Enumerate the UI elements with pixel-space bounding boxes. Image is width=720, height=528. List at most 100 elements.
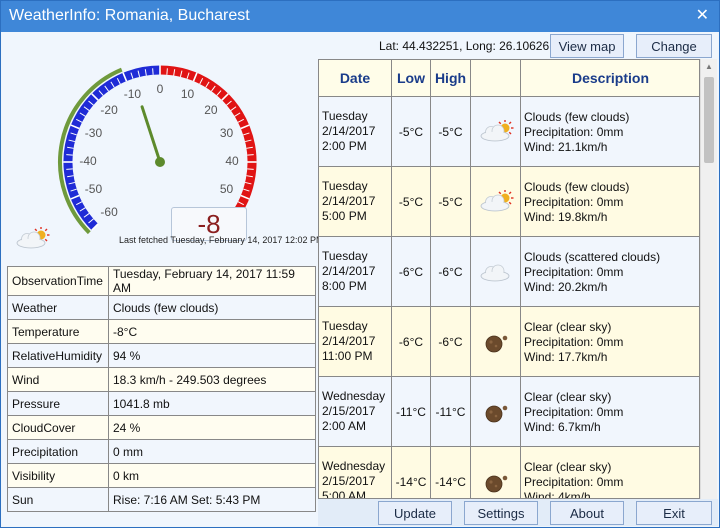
scroll-thumb[interactable] bbox=[704, 77, 714, 163]
gauge-needle-hub bbox=[155, 157, 165, 167]
gauge-tick-label: 30 bbox=[219, 126, 234, 141]
window-title: WeatherInfo: Romania, Bucharest bbox=[9, 7, 250, 24]
clouds-few-icon bbox=[14, 226, 50, 251]
observation-value: 94 % bbox=[108, 343, 316, 368]
observation-value: 1041.8 mb bbox=[108, 391, 316, 416]
clear-night-icon bbox=[471, 307, 521, 377]
observation-row: RelativeHumidity 94 % bbox=[7, 343, 316, 368]
forecast-precipitation: Precipitation: 0mm bbox=[524, 265, 624, 279]
forecast-date-cell: Wednesday 2/15/2017 2:00 AM bbox=[319, 377, 392, 447]
forecast-wind: Wind: 19.8km/h bbox=[524, 210, 608, 224]
forecast-row[interactable]: Wednesday 2/15/2017 2:00 AM -11°C -11°C Clear… bbox=[319, 377, 699, 447]
forecast-low: -6°C bbox=[392, 307, 431, 377]
observation-key: Sun bbox=[7, 487, 109, 512]
forecast-row[interactable]: Wednesday 2/15/2017 5:00 AM -14°C -14°C Clear… bbox=[319, 447, 699, 499]
forecast-date: 2/14/2017 bbox=[322, 124, 376, 138]
forecast-precipitation: Precipitation: 0mm bbox=[524, 335, 624, 349]
forecast-day: Wednesday bbox=[322, 459, 386, 473]
observation-key: RelativeHumidity bbox=[7, 343, 109, 368]
client-area: Lat: 44.432251, Long: 26.10626 View map … bbox=[2, 32, 718, 526]
column-header-description[interactable]: Description bbox=[521, 60, 699, 97]
forecast-low: -5°C bbox=[392, 97, 431, 167]
gauge-tick bbox=[247, 154, 254, 156]
observation-table: ObservationTime Tuesday, February 14, 201… bbox=[7, 266, 316, 512]
observation-value: Clouds (few clouds) bbox=[108, 295, 316, 320]
column-header-low[interactable]: Low bbox=[392, 60, 431, 97]
forecast-row[interactable]: Tuesday 2/14/2017 5:00 PM -5°C -5°C Clouds (f… bbox=[319, 167, 699, 237]
observation-row: Weather Clouds (few clouds) bbox=[7, 295, 316, 320]
observation-row: Wind 18.3 km/h - 249.503 degrees bbox=[7, 367, 316, 392]
observation-row: CloudCover 24 % bbox=[7, 415, 316, 440]
settings-button[interactable]: Settings bbox=[464, 501, 538, 525]
forecast-row[interactable]: Tuesday 2/14/2017 11:00 PM -6°C -6°C Clear (c… bbox=[319, 307, 699, 377]
forecast-header: Date Low High Description bbox=[319, 60, 699, 97]
forecast-precipitation: Precipitation: 0mm bbox=[524, 475, 624, 489]
observation-value: 0 mm bbox=[108, 439, 316, 464]
clear-night-icon bbox=[471, 447, 521, 498]
change-location-button[interactable]: Change bbox=[636, 34, 712, 58]
update-button[interactable]: Update bbox=[378, 501, 452, 525]
observation-key: Precipitation bbox=[7, 439, 109, 464]
forecast-high: -5°C bbox=[431, 167, 471, 237]
forecast-scrollbar[interactable]: ▲ bbox=[700, 59, 717, 499]
forecast-wind: Wind: 17.7km/h bbox=[524, 350, 608, 364]
observation-row: Temperature -8°C bbox=[7, 319, 316, 344]
gauge-tick-label: 40 bbox=[225, 154, 239, 168]
forecast-low: -5°C bbox=[392, 167, 431, 237]
gauge-tick bbox=[66, 168, 73, 170]
forecast-precipitation: Precipitation: 0mm bbox=[524, 405, 624, 419]
gauge-tick bbox=[166, 68, 168, 75]
observation-key: ObservationTime bbox=[7, 266, 109, 296]
observation-key: Wind bbox=[7, 367, 109, 392]
forecast-description-cell: Clouds (few clouds) Precipitation: 0mm Win… bbox=[521, 97, 699, 167]
clouds-scattered-icon bbox=[471, 237, 521, 307]
observation-value: Rise: 7:16 AM Set: 5:43 PM bbox=[108, 487, 316, 512]
clear-night-icon bbox=[471, 377, 521, 447]
forecast-description-cell: Clouds (few clouds) Precipitation: 0mm Win… bbox=[521, 167, 699, 237]
forecast-row[interactable]: Tuesday 2/14/2017 2:00 PM -5°C -5°C Clouds (f… bbox=[319, 97, 699, 167]
forecast-grid: Date Low High Description Tuesday 2/14/20… bbox=[318, 59, 700, 499]
scroll-up-arrow-icon[interactable]: ▲ bbox=[701, 59, 717, 75]
forecast-date: 2/15/2017 bbox=[322, 404, 376, 418]
column-header-date[interactable]: Date bbox=[319, 60, 392, 97]
about-button[interactable]: About bbox=[550, 501, 624, 525]
forecast-day: Tuesday bbox=[322, 179, 368, 193]
forecast-time: 5:00 PM bbox=[322, 209, 367, 223]
forecast-high: -11°C bbox=[431, 377, 471, 447]
observation-value: 24 % bbox=[108, 415, 316, 440]
close-icon[interactable]: ✕ bbox=[696, 5, 709, 25]
forecast-date-cell: Tuesday 2/14/2017 5:00 PM bbox=[319, 167, 392, 237]
forecast-precipitation: Precipitation: 0mm bbox=[524, 195, 624, 209]
clouds-few-icon bbox=[471, 167, 521, 237]
gauge-needle bbox=[140, 105, 162, 164]
forecast-row[interactable]: Tuesday 2/14/2017 8:00 PM -6°C -6°C Clouds (s… bbox=[319, 237, 699, 307]
forecast-high: -14°C bbox=[431, 447, 471, 498]
forecast-low: -11°C bbox=[392, 377, 431, 447]
forecast-date: 2/14/2017 bbox=[322, 194, 376, 208]
observation-row: Visibility 0 km bbox=[7, 463, 316, 488]
coordinates-label: Lat: 44.432251, Long: 26.10626 bbox=[379, 39, 550, 53]
forecast-time: 5:00 AM bbox=[322, 489, 367, 499]
gauge-tick-label: -40 bbox=[79, 154, 97, 168]
observation-key: Pressure bbox=[7, 391, 109, 416]
column-header-icon[interactable] bbox=[471, 60, 521, 97]
clouds-few-icon bbox=[471, 97, 521, 167]
forecast-high: -6°C bbox=[431, 307, 471, 377]
observation-key: Temperature bbox=[7, 319, 109, 344]
view-map-button[interactable]: View map bbox=[550, 34, 624, 58]
forecast-precipitation: Precipitation: 0mm bbox=[524, 125, 624, 139]
forecast-date-cell: Tuesday 2/14/2017 2:00 PM bbox=[319, 97, 392, 167]
forecast-description: Clear (clear sky) bbox=[524, 390, 612, 404]
forecast-description-cell: Clear (clear sky) Precipitation: 0mm Wind:… bbox=[521, 307, 699, 377]
gauge-tick-label: 0 bbox=[156, 82, 164, 96]
forecast-wind: Wind: 6.7km/h bbox=[524, 420, 601, 434]
column-header-high[interactable]: High bbox=[431, 60, 471, 97]
gauge-tick-label: -30 bbox=[84, 126, 103, 141]
forecast-description-cell: Clear (clear sky) Precipitation: 0mm Wind:… bbox=[521, 447, 699, 498]
observation-value: Tuesday, February 14, 2017 11:59 AM bbox=[108, 266, 316, 296]
forecast-date-cell: Tuesday 2/14/2017 8:00 PM bbox=[319, 237, 392, 307]
observation-row: Precipitation 0 mm bbox=[7, 439, 316, 464]
exit-button[interactable]: Exit bbox=[636, 501, 712, 525]
forecast-time: 2:00 AM bbox=[322, 419, 367, 433]
observation-key: Visibility bbox=[7, 463, 109, 488]
